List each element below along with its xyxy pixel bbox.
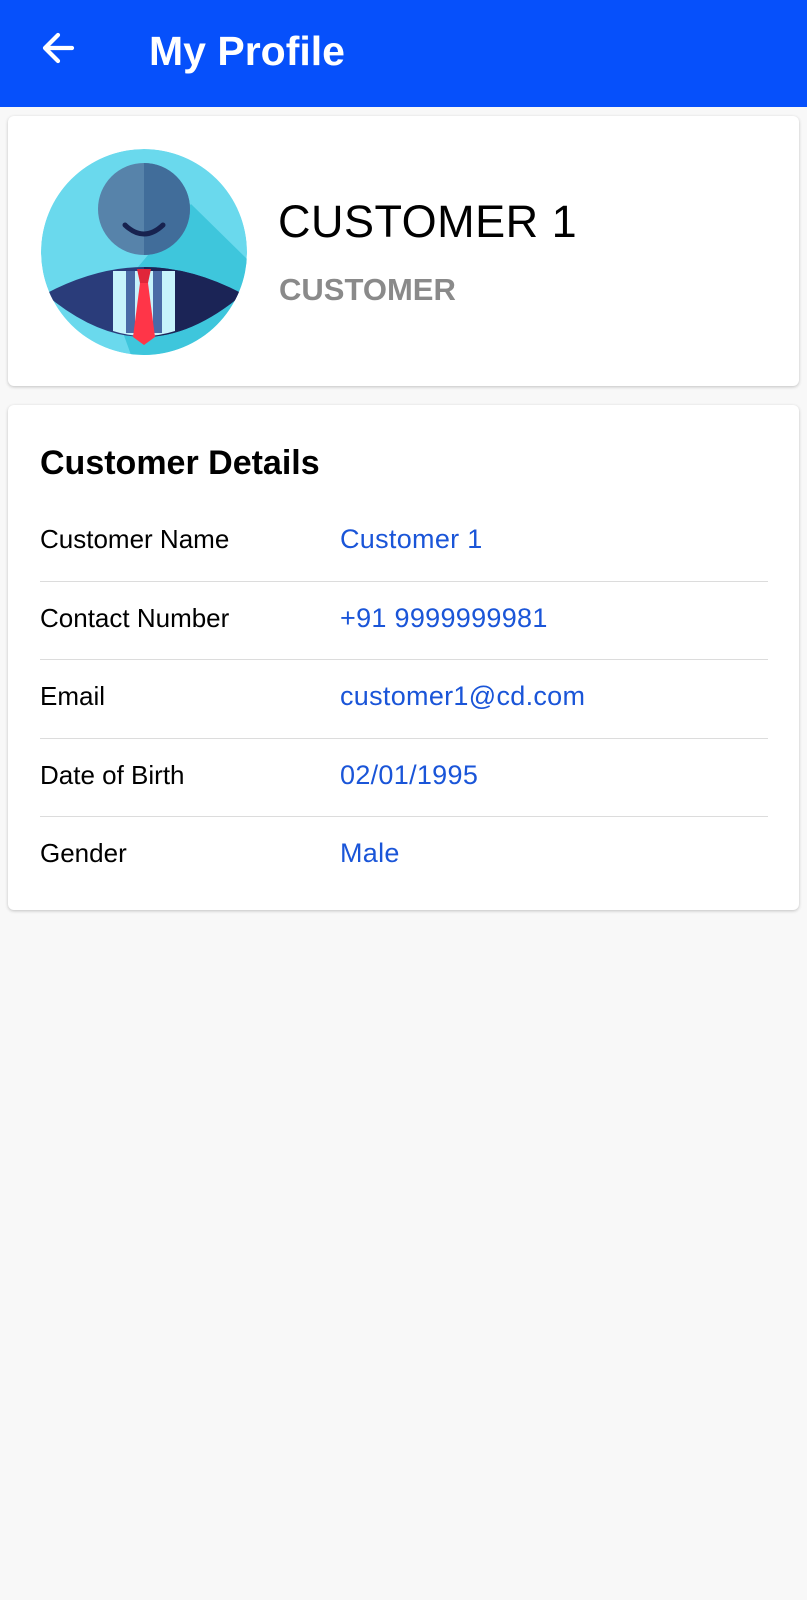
customer-details-card: Customer Details Customer Name Customer … xyxy=(8,405,799,910)
profile-card: CUSTOMER 1 CUSTOMER xyxy=(8,116,799,386)
section-title: Customer Details xyxy=(40,444,320,482)
detail-row-date-of-birth: Date of Birth 02/01/1995 xyxy=(40,739,768,817)
detail-value: Male xyxy=(340,838,400,868)
detail-label: Gender xyxy=(40,838,127,868)
detail-label: Date of Birth xyxy=(40,759,185,790)
detail-value: 02/01/1995 xyxy=(340,759,479,790)
app-bar: My Profile xyxy=(0,0,807,107)
detail-value: customer1@cd.com xyxy=(340,681,586,711)
detail-row-email: Email customer1@cd.com xyxy=(40,660,768,739)
page-title: My Profile xyxy=(149,28,345,74)
profile-name: CUSTOMER 1 xyxy=(278,196,578,247)
detail-label: Customer Name xyxy=(40,524,230,554)
detail-value: +91 9999999981 xyxy=(340,602,548,633)
businessman-avatar-icon xyxy=(41,149,247,355)
detail-value: Customer 1 xyxy=(340,524,483,554)
detail-label: Contact Number xyxy=(40,602,230,633)
detail-list: Customer Name Customer 1 Contact Number … xyxy=(40,503,768,896)
back-button[interactable] xyxy=(34,24,82,72)
avatar xyxy=(41,149,247,355)
detail-row-customer-name: Customer Name Customer 1 xyxy=(40,503,768,582)
detail-label: Email xyxy=(40,681,106,711)
arrow-left-icon xyxy=(42,32,75,64)
detail-row-gender: Gender Male xyxy=(40,817,768,896)
profile-role: CUSTOMER xyxy=(279,272,456,307)
detail-row-contact-number: Contact Number +91 9999999981 xyxy=(40,582,768,660)
